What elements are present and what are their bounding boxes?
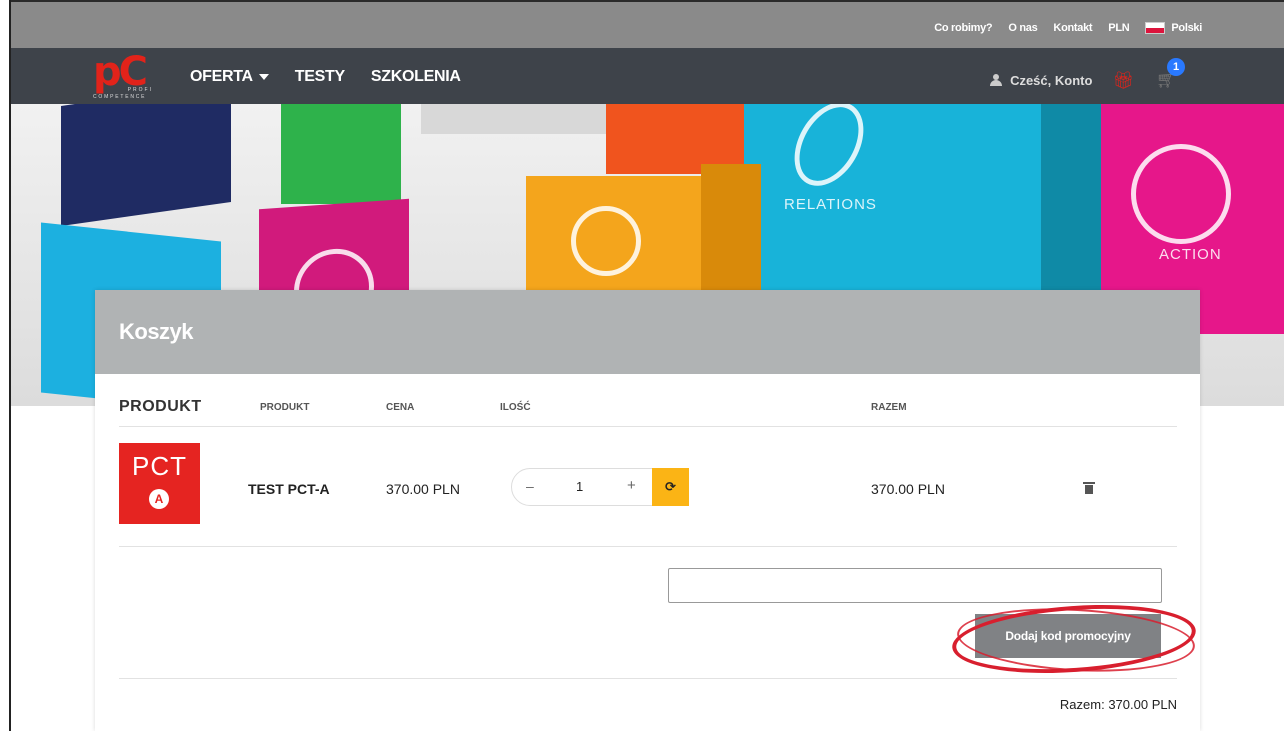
- account-link[interactable]: Cześć, Konto: [990, 73, 1092, 88]
- thumbnail-badge: A: [149, 489, 169, 509]
- nav-item-oferta-label: OFERTA: [190, 68, 253, 85]
- language-selector[interactable]: Polski: [1145, 22, 1202, 34]
- table-header: PRODUKT PRODUKT CENA ILOŚĆ RAZEM: [119, 374, 1177, 427]
- column-header-price: CENA: [386, 402, 415, 413]
- add-promo-code-button[interactable]: Dodaj kod promocyjny: [975, 614, 1161, 658]
- poland-flag-icon: [1145, 22, 1166, 34]
- screenshot-frame-edge: [0, 0, 11, 731]
- cart-panel: Koszyk PRODUKT PRODUKT CENA ILOŚĆ RAZEM …: [95, 290, 1200, 731]
- quantity-decrement-button[interactable]: –: [526, 478, 534, 494]
- promo-code-input[interactable]: [668, 568, 1162, 603]
- cart-count-badge: 1: [1167, 58, 1185, 76]
- hero-cube-relations: RELATIONS: [744, 104, 1044, 319]
- main-navbar: pC PROFI COMPETENCE OFERTA TESTY SZKOLEN…: [11, 48, 1284, 104]
- quantity-input[interactable]: 1: [576, 479, 583, 494]
- cart-header: Koszyk: [95, 290, 1200, 374]
- link-co-robimy[interactable]: Co robimy?: [934, 22, 992, 34]
- table-row: PCT A TEST PCT-A 370.00 PLN – 1 + ⟳ 370.…: [119, 427, 1177, 547]
- hero-cube: [281, 104, 401, 204]
- product-price: 370.00 PLN: [386, 481, 460, 497]
- account-label: Cześć, Konto: [1010, 72, 1093, 88]
- top-links: Co robimy? O nas Kontakt PLN Polski: [934, 22, 1202, 34]
- cart-button[interactable]: 🛒︎ 1: [1156, 58, 1185, 90]
- nav-menu: OFERTA TESTY SZKOLENIA: [190, 68, 461, 86]
- trash-icon[interactable]: [1083, 482, 1095, 494]
- action-label: ACTION: [1159, 246, 1222, 263]
- promo-code-section: Dodaj kod promocyjny: [119, 547, 1199, 681]
- nav-item-testy[interactable]: TESTY: [295, 68, 345, 86]
- cart-table: PRODUKT PRODUKT CENA ILOŚĆ RAZEM PCT A T…: [119, 374, 1177, 547]
- nav-item-oferta[interactable]: OFERTA: [190, 68, 269, 86]
- cart-grand-total: Razem: 370.00 PLN: [1059, 697, 1177, 712]
- page-title: Koszyk: [119, 319, 194, 344]
- language-label: Polski: [1171, 22, 1202, 34]
- logo-subtitle-2: COMPETENCE: [93, 94, 147, 100]
- nav-item-szkolenia[interactable]: SZKOLENIA: [371, 68, 461, 86]
- chain-link-icon: [780, 104, 878, 198]
- refresh-quantity-button[interactable]: ⟳: [652, 468, 689, 506]
- relations-label: RELATIONS: [784, 196, 877, 213]
- product-thumbnail[interactable]: PCT A: [119, 443, 200, 524]
- top-utility-bar: Co robimy? O nas Kontakt PLN Polski: [11, 0, 1284, 48]
- fast-forward-icon: [1131, 144, 1231, 244]
- column-header-quantity: ILOŚĆ: [500, 402, 531, 413]
- logo-mark: pC: [93, 49, 148, 95]
- target-icon: [571, 206, 641, 276]
- caret-down-icon: [258, 73, 269, 80]
- quantity-increment-button[interactable]: +: [627, 477, 636, 494]
- link-kontakt[interactable]: Kontakt: [1053, 22, 1092, 34]
- nav-right-tools: Cześć, Konto 🎁︎ 🛒︎ 1: [990, 58, 1185, 90]
- hero-cube: [61, 104, 231, 226]
- currency-selector[interactable]: PLN: [1108, 22, 1129, 34]
- refresh-icon: ⟳: [665, 479, 676, 494]
- column-header-total: RAZEM: [871, 402, 907, 413]
- gift-icon[interactable]: 🎁︎: [1112, 72, 1134, 89]
- column-header-product: PRODUKT: [260, 402, 310, 413]
- user-settings-icon: [990, 74, 1004, 86]
- hero-cube: [421, 104, 621, 134]
- logo-subtitle-1: PROFI: [127, 87, 153, 93]
- line-total: 370.00 PLN: [871, 481, 945, 497]
- product-name[interactable]: TEST PCT-A: [248, 481, 330, 497]
- column-header-product-main: PRODUKT: [119, 398, 202, 415]
- logo[interactable]: pC PROFI COMPETENCE: [93, 49, 157, 100]
- link-o-nas[interactable]: O nas: [1008, 22, 1037, 34]
- thumbnail-text: PCT: [132, 451, 187, 481]
